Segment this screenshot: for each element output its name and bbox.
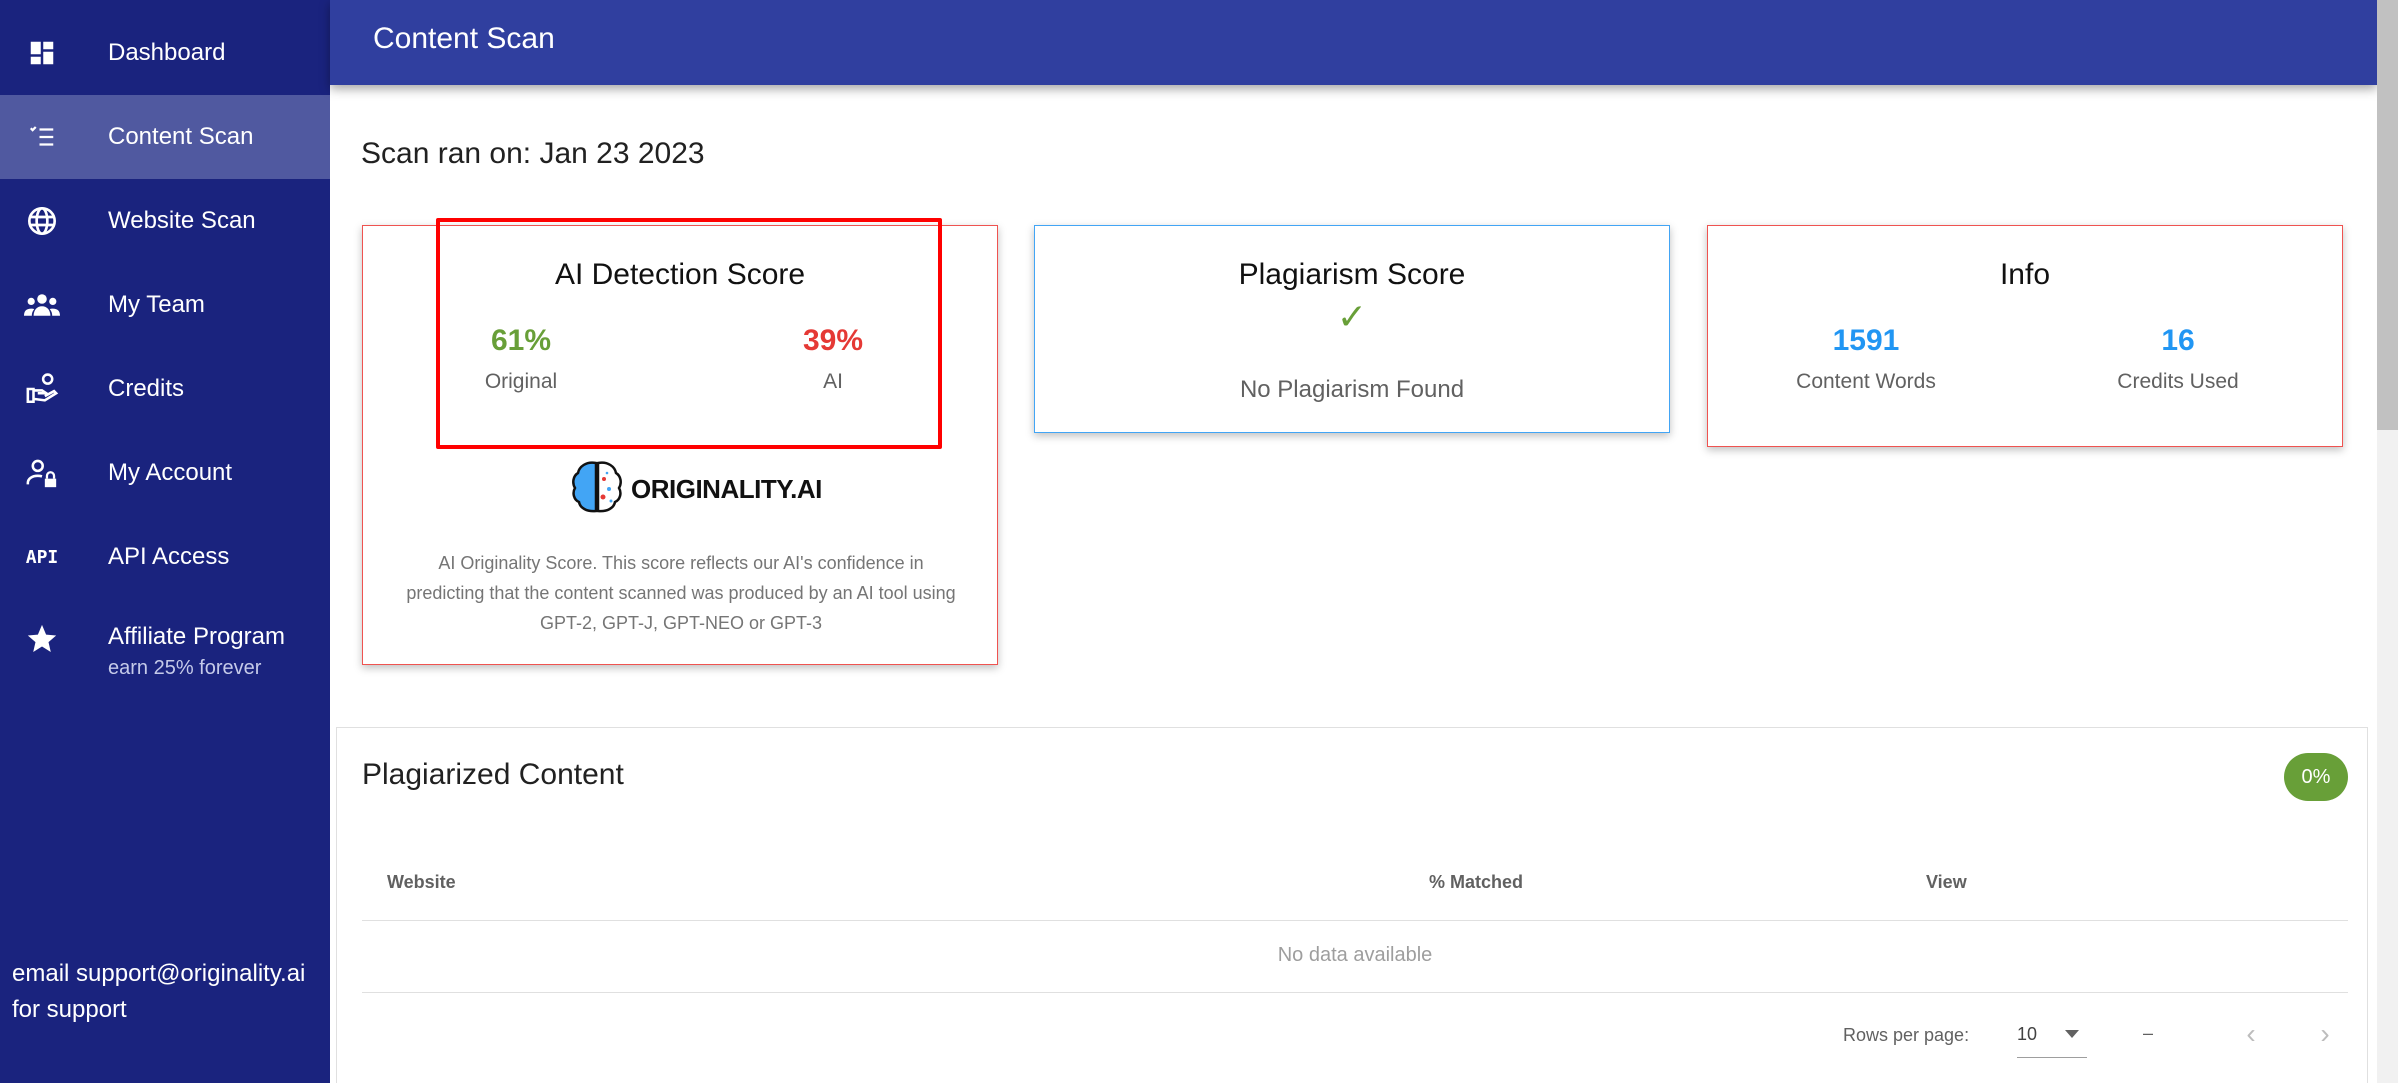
sidebar-item-label: Affiliate Program <box>108 623 285 650</box>
sidebar-item-sublabel: earn 25% forever <box>108 657 262 679</box>
star-icon <box>24 621 60 657</box>
credits-used-label: Credits Used <box>2117 370 2239 393</box>
dashboard-icon <box>24 35 60 71</box>
plagiarism-score-title: Plagiarism Score <box>1238 258 1466 291</box>
content-words-value: 1591 <box>1832 324 1900 357</box>
sidebar-item-my-account[interactable]: My Account <box>0 431 330 515</box>
page-range: – <box>2143 1023 2154 1043</box>
table-divider <box>362 992 2348 993</box>
sidebar-item-label: Content Scan <box>108 123 254 150</box>
sidebar-item-label: My Account <box>108 459 233 486</box>
empty-table-message: No data available <box>1277 944 1433 966</box>
account-lock-icon <box>24 455 60 491</box>
sidebar-item-label: Website Scan <box>108 207 256 234</box>
column-header-website[interactable]: Website <box>387 872 456 893</box>
sidebar-item-content-scan[interactable]: Content Scan <box>0 95 330 179</box>
caret-down-icon <box>2065 1030 2079 1038</box>
sidebar-item-api-access[interactable]: API API Access <box>0 515 330 599</box>
column-header-view[interactable]: View <box>1926 872 1967 893</box>
sidebar-item-website-scan[interactable]: Website Scan <box>0 179 330 263</box>
info-card: Info 1591 Content Words 16 Credits Used <box>1707 225 2343 447</box>
sidebar-item-my-team[interactable]: My Team <box>0 263 330 347</box>
credits-used-metric: 16 Credits Used <box>2048 324 2308 394</box>
scrollbar-thumb[interactable] <box>2377 0 2398 430</box>
ai-score-description: AI Originality Score. This score reflect… <box>406 553 956 633</box>
brain-icon <box>571 459 623 520</box>
check-icon: ✓ <box>1336 296 1368 337</box>
table-divider <box>362 920 2348 921</box>
sidebar-item-dashboard[interactable]: Dashboard <box>0 11 330 95</box>
sidebar-item-label: Credits <box>108 375 185 402</box>
plagiarism-status: No Plagiarism Found <box>1239 376 1465 403</box>
plagiarized-content-section: Plagiarized Content 0% Website % Matched… <box>336 727 2368 1083</box>
globe-icon <box>24 203 60 239</box>
sidebar-item-label: Dashboard <box>108 39 226 66</box>
highlight-annotation-box <box>436 218 942 449</box>
info-title: Info <box>1999 258 2051 291</box>
next-page-button[interactable]: › <box>2305 1014 2345 1054</box>
credits-used-value: 16 <box>2161 324 2195 357</box>
credits-hand-icon <box>24 371 60 407</box>
scan-date: Scan ran on: Jan 23 2023 <box>361 137 705 170</box>
plagiarism-percent-badge: 0% <box>2284 753 2348 801</box>
logo-text: ORIGINALITY.AI <box>631 474 822 504</box>
previous-page-button[interactable]: ‹ <box>2231 1014 2271 1054</box>
rows-per-page-label: Rows per page: <box>1843 1025 1970 1045</box>
support-text: email support@originality.ai for support <box>12 960 306 1023</box>
rows-per-page-value: 10 <box>2017 1024 2038 1044</box>
sidebar: Dashboard Content Scan Website Scan My T… <box>0 0 330 1083</box>
sidebar-item-credits[interactable]: Credits <box>0 347 330 431</box>
checklist-icon <box>24 119 60 155</box>
content-words-label: Content Words <box>1796 370 1936 393</box>
column-header-matched[interactable]: % Matched <box>1429 872 1523 893</box>
sidebar-item-label: My Team <box>108 291 205 318</box>
originality-logo: ORIGINALITY.AI <box>571 459 822 520</box>
page-title: Content Scan <box>373 22 555 55</box>
top-app-bar: Content Scan <box>330 0 2377 85</box>
team-icon <box>24 287 60 323</box>
rows-per-page-select[interactable]: 10 <box>2017 1016 2087 1058</box>
plagiarism-score-card: Plagiarism Score ✓ No Plagiarism Found <box>1034 225 1670 433</box>
content-words-metric: 1591 Content Words <box>1736 324 1996 394</box>
sidebar-item-label: API Access <box>108 543 230 570</box>
sidebar-item-affiliate-program[interactable]: Affiliate Program earn 25% forever <box>0 599 330 709</box>
section-title: Plagiarized Content <box>362 758 624 791</box>
api-icon: API <box>25 546 59 568</box>
